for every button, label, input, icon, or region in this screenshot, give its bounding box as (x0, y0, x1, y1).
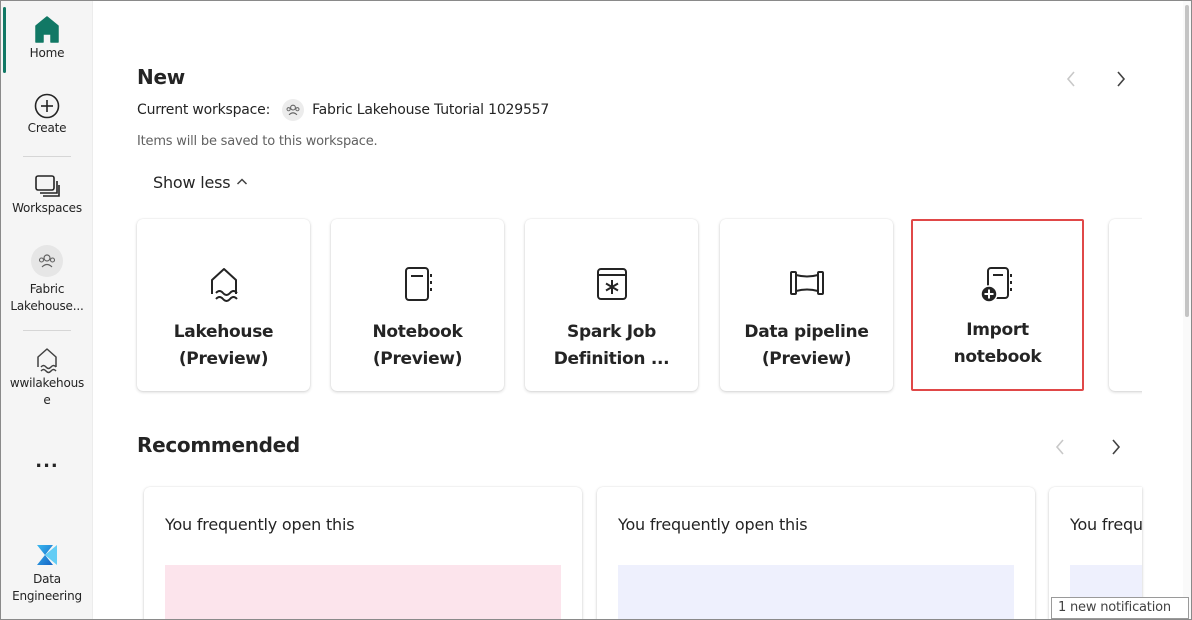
workspace-hint: Items will be saved to this workspace. (137, 134, 378, 149)
recommended-section-title: Recommended (137, 433, 300, 457)
vertical-scrollbar[interactable] (1183, 1, 1191, 619)
new-item-card-spark-job[interactable]: Spark Job Definition ... (525, 219, 698, 391)
main-content: New Current workspace: Fabric Lakehouse … (94, 1, 1190, 619)
recommended-card[interactable]: You frequently open this (597, 487, 1035, 619)
nav-workspaces[interactable]: Workspaces (1, 172, 93, 217)
current-workspace-prefix: Current workspace: (137, 102, 271, 118)
new-prev-button[interactable] (1059, 67, 1083, 91)
left-nav-rail: Home Create Workspaces Fabric Lakehouse.… (1, 1, 93, 619)
nav-workspaces-label: Workspaces (12, 201, 82, 215)
recommended-reason: You frequently open this (165, 515, 355, 534)
card-label-line1: Notebook (372, 322, 463, 342)
card-label-line1: Data pipeline (744, 322, 869, 342)
nav-lakehouse[interactable]: wwilakehous e (1, 345, 93, 409)
lakehouse-icon (210, 268, 238, 302)
experience-label-line2: Engineering (12, 589, 82, 603)
recommended-reason: You frequently open this (618, 515, 808, 534)
import-notebook-icon (979, 267, 1012, 303)
chevron-right-icon (1117, 71, 1126, 87)
recommended-prev-button[interactable] (1048, 435, 1072, 459)
recommended-next-button[interactable] (1104, 435, 1128, 459)
notification-tooltip: 1 new notification (1051, 597, 1189, 619)
chevron-up-icon (237, 178, 248, 185)
nav-home[interactable]: Home (1, 15, 93, 62)
notebook-icon (404, 267, 432, 301)
more-icon: ... (35, 451, 59, 472)
show-less-toggle[interactable]: Show less (153, 170, 248, 194)
rail-divider (23, 156, 71, 157)
nav-current-workspace[interactable]: Fabric Lakehouse... (1, 245, 93, 315)
lakehouse-icon (37, 348, 57, 374)
data-engineering-icon (37, 545, 57, 565)
spark-job-icon (596, 268, 627, 300)
workspace-avatar-icon (282, 99, 305, 121)
recommended-reason: You frequ (1070, 515, 1142, 534)
new-item-card-data-pipeline[interactable]: Data pipeline (Preview) (720, 219, 893, 391)
new-item-card-lakehouse[interactable]: Lakehouse (Preview) (137, 219, 310, 391)
rail-divider (23, 330, 71, 331)
home-icon (35, 16, 59, 43)
chevron-left-icon (1055, 439, 1064, 455)
nav-create[interactable]: Create (1, 92, 93, 137)
recommended-thumbnail (618, 565, 1014, 619)
new-item-card-notebook[interactable]: Notebook (Preview) (331, 219, 504, 391)
nav-home-label: Home (29, 46, 65, 60)
card-label-line1: Spark Job (567, 322, 656, 342)
chevron-left-icon (1066, 71, 1075, 87)
scrollbar-thumb[interactable] (1185, 5, 1189, 317)
nav-workspace-label-line2: Lakehouse... (10, 299, 84, 313)
nav-lakehouse-label-line2: e (43, 393, 51, 407)
recommended-thumbnail (165, 565, 561, 619)
card-label-line2: (Preview) (178, 349, 269, 369)
workspace-avatar-icon (31, 245, 63, 277)
nav-create-label: Create (27, 121, 67, 135)
card-label-line2: (Preview) (761, 349, 852, 369)
chevron-right-icon (1112, 439, 1121, 455)
card-label-line1: Lakehouse (173, 322, 274, 342)
workspaces-icon (35, 175, 60, 197)
current-workspace-name[interactable]: Fabric Lakehouse Tutorial 1029557 (312, 102, 549, 118)
experience-label-line1: Data (33, 572, 61, 586)
show-less-label: Show less (153, 172, 231, 192)
recommended-card[interactable]: You frequently open this (144, 487, 582, 619)
card-label-line2: (Preview) (372, 349, 463, 369)
new-section-title: New (137, 65, 185, 89)
card-label-line2: Definition ... (553, 349, 670, 369)
pipeline-icon (789, 271, 824, 295)
current-workspace-line: Current workspace: Fabric Lakehouse Tuto… (137, 99, 549, 121)
new-next-button[interactable] (1109, 67, 1133, 91)
nav-lakehouse-label-line1: wwilakehous (9, 376, 85, 390)
card-label-line1: Import notebook (953, 320, 1042, 367)
experience-switcher[interactable]: Data Engineering (1, 539, 93, 605)
nav-workspace-label-line1: Fabric (29, 282, 65, 296)
nav-more[interactable]: ... (1, 451, 93, 472)
new-item-card-import-notebook[interactable]: Import notebook (911, 219, 1084, 391)
plus-circle-icon (34, 93, 60, 119)
